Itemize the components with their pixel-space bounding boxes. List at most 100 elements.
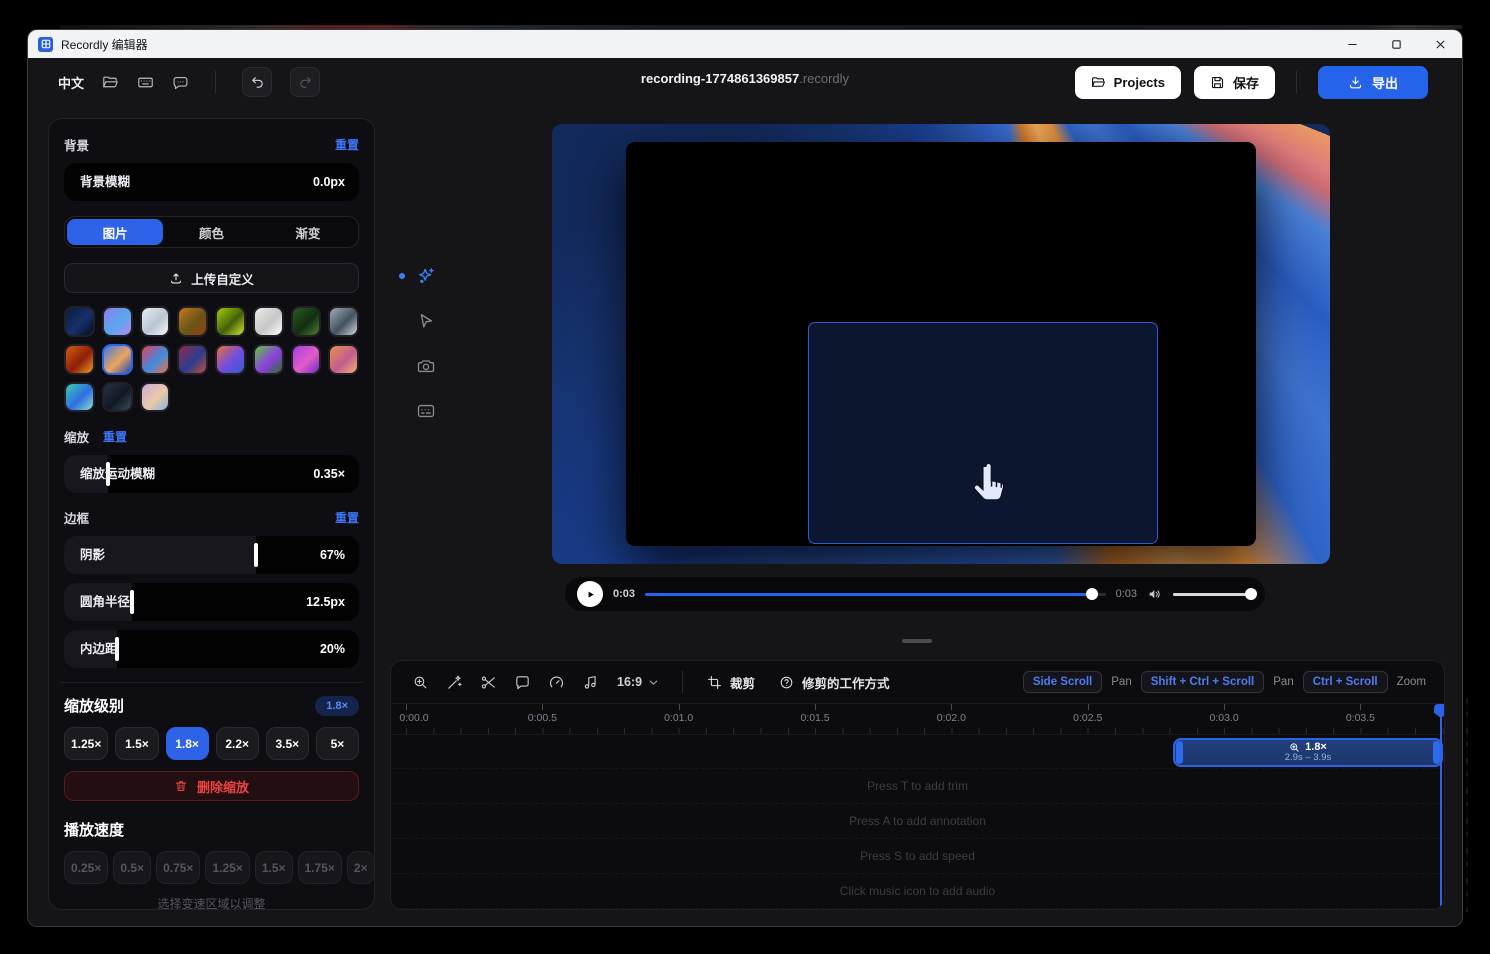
tab-color[interactable]: 颜色 <box>163 219 259 245</box>
track-trim[interactable]: Press T to add trim <box>391 769 1444 804</box>
track-hint: Press S to add speed <box>860 849 975 863</box>
volume-handle[interactable] <box>1245 588 1257 600</box>
background-thumbnail-14[interactable] <box>291 344 322 375</box>
redo-button[interactable] <box>290 67 320 97</box>
background-thumbnail-13[interactable] <box>253 344 284 375</box>
timeline-ruler[interactable]: 0:00.00:00.50:01.00:01.50:02.00:02.50:03… <box>391 704 1444 735</box>
speed-option-0.75×[interactable]: 0.75× <box>156 851 200 884</box>
speed-option-2×[interactable]: 2× <box>347 851 375 884</box>
magic-wand-icon <box>446 674 463 691</box>
background-thumbnail-3[interactable] <box>177 306 208 337</box>
background-thumbnail-1[interactable] <box>102 306 133 337</box>
play-button[interactable] <box>577 581 603 607</box>
zoom-level-option-1.5×[interactable]: 1.5× <box>115 727 158 760</box>
cursor-tool[interactable] <box>415 310 437 332</box>
speed-button[interactable] <box>541 668 571 696</box>
volume-icon[interactable] <box>1147 586 1163 602</box>
segment-left-handle[interactable] <box>1176 741 1183 764</box>
border-slider-2[interactable]: 内边距20% <box>64 630 359 668</box>
auto-edit-button[interactable] <box>439 668 469 696</box>
background-thumbnail-5[interactable] <box>253 306 284 337</box>
zoom-motion-blur-slider[interactable]: 缩放运动模糊0.35× <box>64 455 359 493</box>
background-thumbnail-17[interactable] <box>102 382 133 413</box>
export-button[interactable]: 导出 <box>1318 66 1428 99</box>
active-tool-dot <box>399 273 405 279</box>
speed-option-1.75×[interactable]: 1.75× <box>298 851 342 884</box>
seek-handle[interactable] <box>1086 588 1098 600</box>
background-blur-slider[interactable]: 背景模糊0.0px <box>64 163 359 201</box>
open-folder-icon[interactable] <box>102 74 119 91</box>
speed-option-0.5×[interactable]: 0.5× <box>113 851 151 884</box>
border-reset-link[interactable]: 重置 <box>335 509 359 526</box>
cut-button[interactable] <box>473 668 503 696</box>
auto-zoom-tool[interactable] <box>415 265 437 287</box>
background-thumbnail-9[interactable] <box>102 344 133 375</box>
crop-button[interactable]: 裁剪 <box>697 673 765 692</box>
border-slider-0[interactable]: 阴影67% <box>64 536 359 574</box>
app-body: recording-1774861369857.recordly 中文 <box>28 58 1462 926</box>
slider-handle[interactable] <box>130 590 134 614</box>
trim-help-button[interactable]: 修剪的工作方式 <box>769 673 900 692</box>
background-thumbnail-10[interactable] <box>140 344 171 375</box>
background-thumbnail-11[interactable] <box>177 344 208 375</box>
background-reset-link[interactable]: 重置 <box>335 136 359 153</box>
keyboard-shortcuts-icon[interactable] <box>137 74 154 91</box>
volume-slider[interactable] <box>1173 593 1253 596</box>
music-button[interactable] <box>575 668 605 696</box>
projects-button[interactable]: Projects <box>1075 66 1181 99</box>
background-thumbnail-2[interactable] <box>140 306 171 337</box>
annotation-button[interactable] <box>507 668 537 696</box>
camera-tool[interactable] <box>415 355 437 377</box>
ruler-label: 0:03.0 <box>1203 712 1245 724</box>
speed-hint: 选择变速区域以调整 <box>64 895 359 910</box>
background-thumbnail-15[interactable] <box>328 344 359 375</box>
preview-canvas[interactable] <box>552 124 1330 564</box>
seek-bar[interactable] <box>645 593 1106 596</box>
track-annotation[interactable]: Press A to add annotation <box>391 804 1444 839</box>
zoom-level-option-2.2×[interactable]: 2.2× <box>216 727 259 760</box>
background-thumbnail-4[interactable] <box>215 306 246 337</box>
language-button[interactable]: 中文 <box>58 73 84 92</box>
background-thumbnail-6[interactable] <box>291 306 322 337</box>
zoom-level-title: 缩放级别 <box>64 695 124 716</box>
tab-gradient[interactable]: 渐变 <box>260 219 356 245</box>
timeline-zoom-button[interactable] <box>405 668 435 696</box>
delete-zoom-button[interactable]: 删除缩放 <box>64 771 359 801</box>
close-button[interactable] <box>1418 30 1462 58</box>
maximize-button[interactable] <box>1374 30 1418 58</box>
speed-option-1.25×[interactable]: 1.25× <box>205 851 249 884</box>
background-thumbnail-12[interactable] <box>215 344 246 375</box>
aspect-ratio-dropdown[interactable]: 16:9 <box>609 675 668 689</box>
upload-custom-button[interactable]: 上传自定义 <box>64 263 359 293</box>
zoom-segment-range: 2.9s – 3.9s <box>1285 753 1331 764</box>
border-slider-1[interactable]: 圆角半径12.5px <box>64 583 359 621</box>
speed-option-1.5×[interactable]: 1.5× <box>255 851 293 884</box>
minimize-button[interactable] <box>1330 30 1374 58</box>
slider-handle[interactable] <box>254 543 258 567</box>
zoom-region-selection[interactable] <box>808 322 1158 544</box>
panel-resize-handle[interactable] <box>902 639 932 643</box>
zoom-reset-link[interactable]: 重置 <box>103 428 127 445</box>
undo-button[interactable] <box>242 67 272 97</box>
track-audio[interactable]: Click music icon to add audio <box>391 874 1444 909</box>
zoom-segment-block[interactable]: 1.8× 2.9s – 3.9s <box>1173 738 1443 767</box>
background-thumbnail-0[interactable] <box>64 306 95 337</box>
zoom-level-option-1.25×[interactable]: 1.25× <box>64 727 108 760</box>
background-thumbnail-8[interactable] <box>64 344 95 375</box>
background-thumbnail-7[interactable] <box>328 306 359 337</box>
main-toolbar: 中文 <box>28 62 1462 102</box>
save-button[interactable]: 保存 <box>1194 66 1275 99</box>
background-thumbnail-18[interactable] <box>140 382 171 413</box>
feedback-chat-icon[interactable] <box>172 74 189 91</box>
caption-tool[interactable] <box>415 400 437 422</box>
background-thumbnail-16[interactable] <box>64 382 95 413</box>
zoom-level-option-1.8×[interactable]: 1.8× <box>166 727 209 760</box>
zoom-level-option-3.5×[interactable]: 3.5× <box>266 727 309 760</box>
speed-option-0.25×[interactable]: 0.25× <box>64 851 108 884</box>
segment-right-handle[interactable] <box>1433 741 1440 764</box>
track-speed[interactable]: Press S to add speed <box>391 839 1444 874</box>
zoom-level-option-5×[interactable]: 5× <box>316 727 359 760</box>
projects-folder-icon <box>1091 75 1106 90</box>
playhead-line[interactable] <box>1440 704 1442 906</box>
tab-image[interactable]: 图片 <box>67 219 163 245</box>
